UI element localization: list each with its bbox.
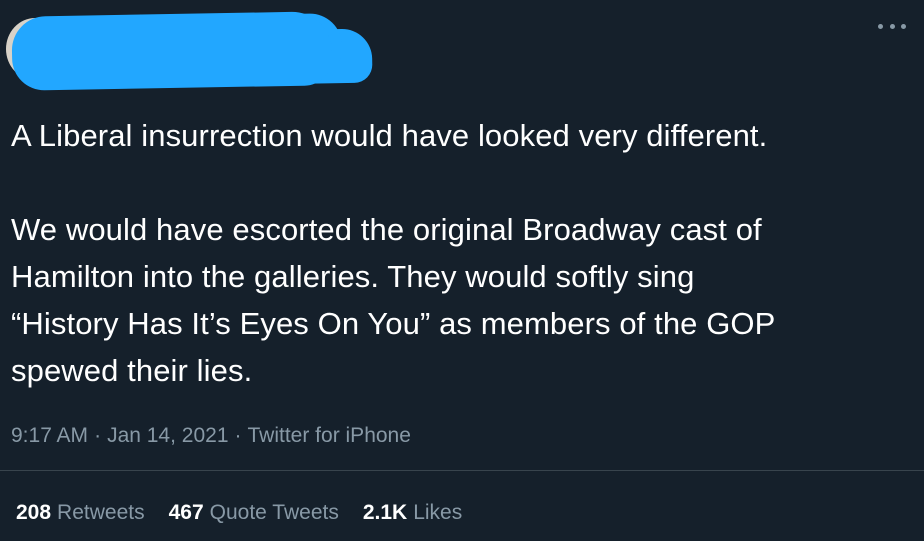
more-dot (878, 23, 883, 29)
tweet-text-line: We would have escorted the original Broa… (11, 212, 762, 247)
retweets-label: Retweets (57, 501, 145, 524)
more-icon[interactable] (878, 16, 906, 36)
tweet-text: A Liberal insurrection would have looked… (11, 112, 901, 394)
tweet-time[interactable]: 9:17 AM (11, 424, 88, 447)
tweet-text-line: Hamilton into the galleries. They would … (11, 259, 695, 294)
tweet-text-line: spewed their lies. (11, 353, 253, 388)
likes-label: Likes (413, 501, 463, 524)
metadata-separator: · (94, 424, 102, 447)
tweet-text-line: “History Has It’s Eyes On You” as member… (11, 306, 776, 341)
tweet-card: A Liberal insurrection would have looked… (0, 0, 924, 541)
more-dot (901, 23, 906, 29)
likes-stat[interactable]: 2.1K Likes (363, 500, 462, 525)
tweet-date[interactable]: Jan 14, 2021 (107, 424, 228, 447)
tweet-text-line: A Liberal insurrection would have looked… (11, 118, 768, 153)
quote-tweets-label: Quote Tweets (209, 501, 339, 524)
quote-tweets-stat[interactable]: 467 Quote Tweets (169, 500, 339, 525)
quote-tweets-count: 467 (168, 501, 204, 524)
metadata-divider (0, 470, 924, 471)
redacted-account-name (11, 11, 333, 91)
retweets-stat[interactable]: 208 Retweets (16, 500, 145, 525)
tweet-source[interactable]: Twitter for iPhone (248, 424, 411, 447)
more-dot (889, 23, 895, 29)
metadata-separator: · (234, 424, 242, 447)
tweet-stats: 208 Retweets 467 Quote Tweets 2.1K Likes (16, 500, 462, 525)
tweet-metadata: 9:17 AM · Jan 14, 2021 · Twitter for iPhone (11, 423, 411, 448)
retweets-count: 208 (16, 501, 52, 524)
likes-count: 2.1K (362, 501, 408, 524)
